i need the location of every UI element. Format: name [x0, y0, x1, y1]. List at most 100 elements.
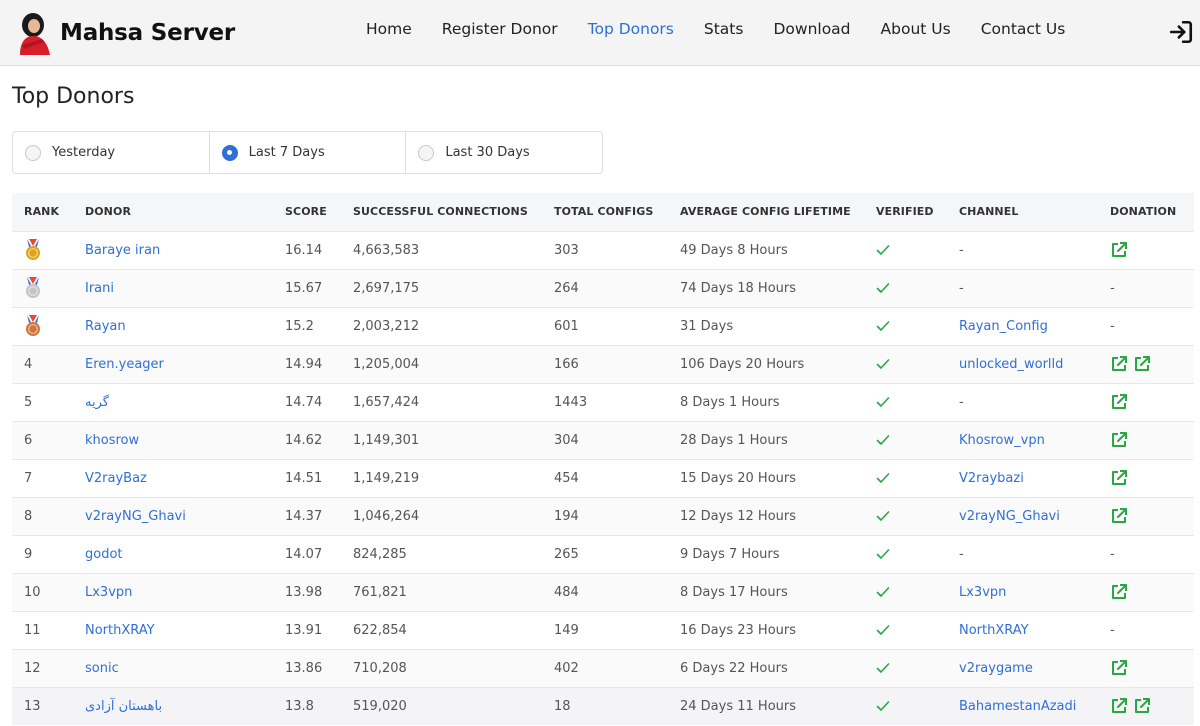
- external-link-icon[interactable]: [1110, 431, 1128, 449]
- cell-rank: 7: [12, 459, 73, 497]
- cell-donor-link[interactable]: Lx3vpn: [73, 573, 273, 611]
- gold-medal-icon: [26, 239, 40, 260]
- range-option-last-7-days[interactable]: Last 7 Days: [210, 132, 407, 173]
- cell-donor-link[interactable]: NorthXRAY: [73, 611, 273, 649]
- col-header-connections[interactable]: SUCCESSFUL CONNECTIONS: [341, 193, 542, 231]
- check-icon: [876, 663, 890, 673]
- table-row: 11 NorthXRAY 13.91 622,854 149 16 Days 23 Hou…: [12, 611, 1194, 649]
- cell-verified: [864, 459, 947, 497]
- cell-donor-link[interactable]: Irani: [73, 269, 273, 307]
- donors-table: RANK DONOR SCORE SUCCESSFUL CONNECTIONS …: [12, 193, 1194, 725]
- rank-value: 9: [24, 546, 33, 562]
- cell-donor-link[interactable]: Rayan: [73, 307, 273, 345]
- cell-donor-link[interactable]: Baraye iran: [73, 231, 273, 269]
- cell-donor-link[interactable]: godot: [73, 535, 273, 573]
- cell-connections: 2,697,175: [353, 280, 420, 296]
- cell-total-configs: 18: [554, 698, 571, 714]
- cell-channel-link[interactable]: V2raybazi: [947, 459, 1098, 497]
- col-header-verified[interactable]: VERIFIED: [864, 193, 947, 231]
- sign-in-icon[interactable]: [1168, 19, 1194, 45]
- rank-value: 12: [24, 660, 41, 676]
- nav-links: Home Register Donor Top Donors Stats Dow…: [366, 20, 1095, 38]
- external-link-icon[interactable]: [1110, 659, 1128, 677]
- external-link-icon[interactable]: [1133, 355, 1151, 373]
- cell-score: 15.67: [285, 280, 323, 296]
- external-link-icon[interactable]: [1110, 469, 1128, 487]
- cell-channel-link[interactable]: Lx3vpn: [947, 573, 1098, 611]
- cell-lifetime: 8 Days 17 Hours: [680, 584, 788, 600]
- cell-lifetime: 106 Days 20 Hours: [680, 356, 805, 372]
- rank-value: 5: [24, 394, 33, 410]
- check-icon: [876, 587, 890, 597]
- cell-channel-link[interactable]: v2raygame: [947, 649, 1098, 687]
- cell-rank: 6: [12, 421, 73, 459]
- nav-register-donor[interactable]: Register Donor: [442, 20, 558, 38]
- range-option-last-30-days[interactable]: Last 30 Days: [406, 132, 602, 173]
- cell-channel-link[interactable]: Khosrow_vpn: [947, 421, 1098, 459]
- external-link-icon[interactable]: [1110, 355, 1128, 373]
- radio-button[interactable]: [25, 144, 41, 161]
- cell-donor-link[interactable]: V2rayBaz: [73, 459, 273, 497]
- cell-donation: [1098, 459, 1194, 497]
- radio-button-checked[interactable]: [221, 144, 238, 161]
- cell-connections: 1,149,219: [353, 470, 420, 486]
- cell-total-configs: 402: [554, 660, 579, 676]
- cell-channel: -: [959, 394, 964, 410]
- col-header-score[interactable]: SCORE: [273, 193, 341, 231]
- cell-score: 13.98: [285, 584, 323, 600]
- top-navbar: Mahsa Server Home Register Donor Top Don…: [0, 0, 1200, 66]
- col-header-lifetime[interactable]: AVERAGE CONFIG LIFETIME: [668, 193, 864, 231]
- cell-total-configs: 484: [554, 584, 579, 600]
- brand[interactable]: Mahsa Server: [12, 8, 235, 58]
- col-header-donor[interactable]: DONOR: [73, 193, 273, 231]
- cell-channel-link[interactable]: unlocked_worlld: [947, 345, 1098, 383]
- cell-channel-link[interactable]: NorthXRAY: [947, 611, 1098, 649]
- cell-score: 15.2: [285, 318, 314, 334]
- cell-total-configs: 264: [554, 280, 579, 296]
- cell-channel-link[interactable]: Rayan_Config: [947, 307, 1098, 345]
- nav-contact-us[interactable]: Contact Us: [981, 20, 1066, 38]
- col-header-channel[interactable]: CHANNEL: [947, 193, 1098, 231]
- nav-download[interactable]: Download: [773, 20, 850, 38]
- cell-channel-link[interactable]: BahamestanAzadi: [947, 687, 1098, 725]
- cell-connections: 761,821: [353, 584, 407, 600]
- external-link-icon[interactable]: [1110, 507, 1128, 525]
- col-header-rank[interactable]: RANK: [12, 193, 73, 231]
- check-icon: [876, 473, 890, 483]
- external-link-icon[interactable]: [1110, 241, 1128, 259]
- nav-about-us[interactable]: About Us: [881, 20, 951, 38]
- cell-donor-link[interactable]: v2rayNG_Ghavi: [73, 497, 273, 535]
- col-header-donation[interactable]: DONATION: [1098, 193, 1194, 231]
- nav-home[interactable]: Home: [366, 20, 412, 38]
- rank-value: 13: [24, 698, 41, 714]
- cell-donor-link[interactable]: گریه: [73, 383, 273, 421]
- cell-score: 16.14: [285, 242, 323, 258]
- range-option-yesterday[interactable]: Yesterday: [13, 132, 210, 173]
- external-link-icon[interactable]: [1110, 583, 1128, 601]
- cell-donation: [1098, 231, 1194, 269]
- cell-verified: [864, 421, 947, 459]
- radio-button[interactable]: [418, 144, 435, 161]
- nav-stats[interactable]: Stats: [704, 20, 744, 38]
- cell-lifetime: 12 Days 12 Hours: [680, 508, 797, 524]
- table-row: 8 v2rayNG_Ghavi 14.37 1,046,264 194 12 Days 1…: [12, 497, 1194, 535]
- external-link-icon[interactable]: [1110, 393, 1128, 411]
- page-title: Top Donors: [12, 84, 135, 109]
- col-header-total-configs[interactable]: TOTAL CONFIGS: [542, 193, 668, 231]
- cell-score: 13.8: [285, 698, 314, 714]
- cell-donor-link[interactable]: باهستان آزادی: [73, 687, 273, 725]
- external-link-icon[interactable]: [1133, 697, 1151, 715]
- cell-score: 13.91: [285, 622, 323, 638]
- cell-rank: 12: [12, 649, 73, 687]
- external-link-icon[interactable]: [1110, 697, 1128, 715]
- cell-connections: 710,208: [353, 660, 407, 676]
- table-body: Baraye iran 16.14 4,663,583 303 49 Days 8 Ho…: [12, 231, 1194, 725]
- cell-donation: -: [1098, 307, 1194, 345]
- cell-channel-link[interactable]: v2rayNG_Ghavi: [947, 497, 1098, 535]
- nav-top-donors[interactable]: Top Donors: [588, 20, 674, 38]
- cell-donor-link[interactable]: Eren.yeager: [73, 345, 273, 383]
- rank-value: 11: [24, 622, 41, 638]
- cell-donor-link[interactable]: khosrow: [73, 421, 273, 459]
- cell-donor-link[interactable]: sonic: [73, 649, 273, 687]
- cell-lifetime: 28 Days 1 Hours: [680, 432, 788, 448]
